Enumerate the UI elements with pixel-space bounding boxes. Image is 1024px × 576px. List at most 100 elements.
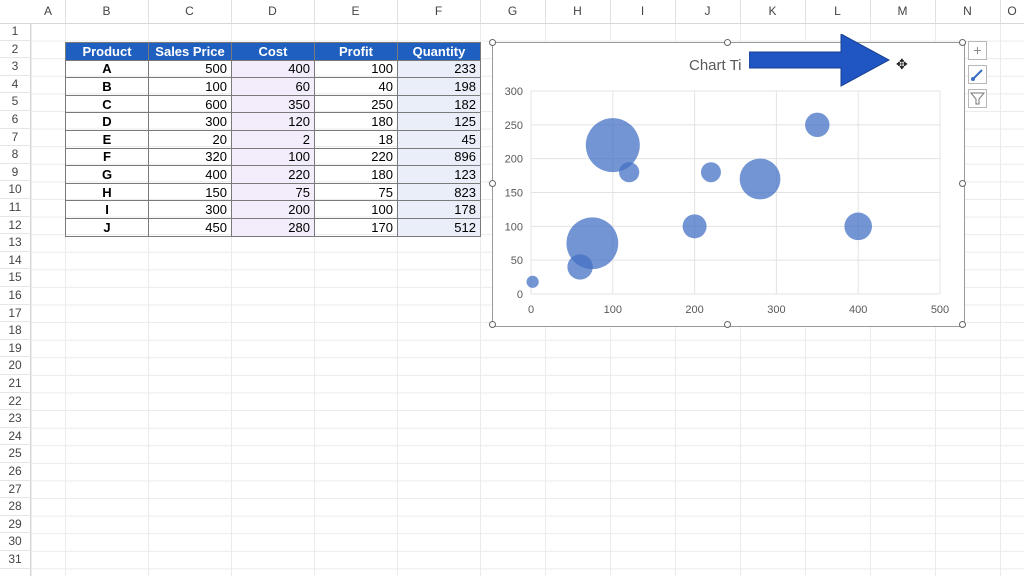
row-header[interactable]: 27	[0, 481, 30, 499]
table-cell[interactable]: 400	[231, 59, 315, 79]
column-header-o[interactable]: O	[1000, 0, 1024, 23]
row-header[interactable]: 12	[0, 217, 30, 235]
table-cell[interactable]: 18	[314, 129, 398, 149]
table-cell[interactable]: 600	[148, 94, 232, 114]
row-header[interactable]: 28	[0, 498, 30, 516]
table-cell[interactable]: 300	[148, 112, 232, 131]
column-header-k[interactable]: K	[740, 0, 806, 23]
chart-styles-button[interactable]	[968, 65, 987, 84]
table-header-cell[interactable]: Product	[65, 42, 149, 61]
row-header[interactable]: 22	[0, 393, 30, 411]
resize-handle-tm[interactable]	[724, 39, 731, 46]
row-header[interactable]: 31	[0, 551, 30, 569]
column-header-c[interactable]: C	[148, 0, 232, 23]
table-cell[interactable]: D	[65, 112, 149, 131]
table-cell[interactable]: J	[65, 217, 149, 237]
table-cell[interactable]: 2	[231, 129, 315, 149]
table-cell[interactable]: 170	[314, 217, 398, 237]
table-cell[interactable]: 198	[397, 77, 481, 96]
chart-filters-button[interactable]	[968, 89, 987, 108]
row-header[interactable]: 24	[0, 428, 30, 446]
resize-handle-ml[interactable]	[489, 180, 496, 187]
table-header-cell[interactable]: Quantity	[397, 42, 481, 61]
table-cell[interactable]: 75	[231, 182, 315, 202]
table-cell[interactable]: 60	[231, 77, 315, 96]
row-header[interactable]: 29	[0, 516, 30, 534]
row-header[interactable]: 10	[0, 181, 30, 199]
row-header[interactable]: 13	[0, 234, 30, 252]
table-cell[interactable]: 450	[148, 217, 232, 237]
row-header[interactable]: 18	[0, 322, 30, 340]
table-header-cell[interactable]: Sales Price	[148, 42, 232, 61]
row-header[interactable]: 2	[0, 41, 30, 59]
table-cell[interactable]: 100	[314, 59, 398, 79]
row-header[interactable]: 16	[0, 287, 30, 305]
table-cell[interactable]: G	[65, 165, 149, 184]
chart-elements-button[interactable]: +	[968, 41, 987, 60]
column-header-a[interactable]: A	[31, 0, 66, 23]
table-cell[interactable]: C	[65, 94, 149, 114]
bubble-point[interactable]	[585, 118, 640, 173]
row-header[interactable]: 30	[0, 533, 30, 551]
table-cell[interactable]: 350	[231, 94, 315, 114]
table-cell[interactable]: 233	[397, 59, 481, 79]
resize-handle-tr[interactable]	[959, 39, 966, 46]
table-cell[interactable]: 250	[314, 94, 398, 114]
table-cell[interactable]: 300	[148, 200, 232, 219]
table-header-cell[interactable]: Profit	[314, 42, 398, 61]
table-cell[interactable]: 180	[314, 112, 398, 131]
table-cell[interactable]: 100	[231, 147, 315, 167]
table-cell[interactable]: 896	[397, 147, 481, 167]
table-cell[interactable]: 220	[231, 165, 315, 184]
table-cell[interactable]: 125	[397, 112, 481, 131]
table-cell[interactable]: 40	[314, 77, 398, 96]
row-header[interactable]: 14	[0, 252, 30, 270]
table-cell[interactable]: B	[65, 77, 149, 96]
table-cell[interactable]: 75	[314, 182, 398, 202]
row-header[interactable]: 5	[0, 93, 30, 111]
resize-handle-mr[interactable]	[959, 180, 966, 187]
table-cell[interactable]: 280	[231, 217, 315, 237]
bubble-point[interactable]	[682, 214, 707, 239]
row-header[interactable]: 7	[0, 129, 30, 147]
column-header-d[interactable]: D	[231, 0, 315, 23]
column-header-f[interactable]: F	[397, 0, 481, 23]
chart-title[interactable]: Chart Ti	[689, 57, 742, 74]
table-cell[interactable]: H	[65, 182, 149, 202]
bubble-point[interactable]	[844, 212, 872, 241]
column-header-e[interactable]: E	[314, 0, 398, 23]
column-header-g[interactable]: G	[480, 0, 546, 23]
table-cell[interactable]: 180	[314, 165, 398, 184]
resize-handle-br[interactable]	[959, 321, 966, 328]
table-cell[interactable]: 400	[148, 165, 232, 184]
column-header-m[interactable]: M	[870, 0, 936, 23]
row-header[interactable]: 21	[0, 375, 30, 393]
table-cell[interactable]: 200	[231, 200, 315, 219]
row-header[interactable]: 15	[0, 269, 30, 287]
column-header-j[interactable]: J	[675, 0, 741, 23]
column-header-n[interactable]: N	[935, 0, 1001, 23]
bubble-point[interactable]	[805, 112, 830, 138]
table-cell[interactable]: 100	[314, 200, 398, 219]
row-header[interactable]: 8	[0, 146, 30, 164]
table-cell[interactable]: 823	[397, 182, 481, 202]
table-cell[interactable]: 220	[314, 147, 398, 167]
resize-handle-tl[interactable]	[489, 39, 496, 46]
table-cell[interactable]: 178	[397, 200, 481, 219]
table-cell[interactable]: 512	[397, 217, 481, 237]
row-header[interactable]: 20	[0, 357, 30, 375]
table-cell[interactable]: 150	[148, 182, 232, 202]
row-header[interactable]: 3	[0, 58, 30, 76]
table-cell[interactable]: 45	[397, 129, 481, 149]
bubble-point[interactable]	[566, 217, 619, 270]
table-cell[interactable]: 320	[148, 147, 232, 167]
row-header[interactable]: 26	[0, 463, 30, 481]
table-cell[interactable]: 123	[397, 165, 481, 184]
row-header[interactable]: 9	[0, 164, 30, 182]
row-header[interactable]: 17	[0, 305, 30, 323]
column-header-l[interactable]: L	[805, 0, 871, 23]
row-header[interactable]: 23	[0, 410, 30, 428]
row-header[interactable]: 19	[0, 340, 30, 358]
table-cell[interactable]: 20	[148, 129, 232, 149]
resize-handle-bm[interactable]	[724, 321, 731, 328]
